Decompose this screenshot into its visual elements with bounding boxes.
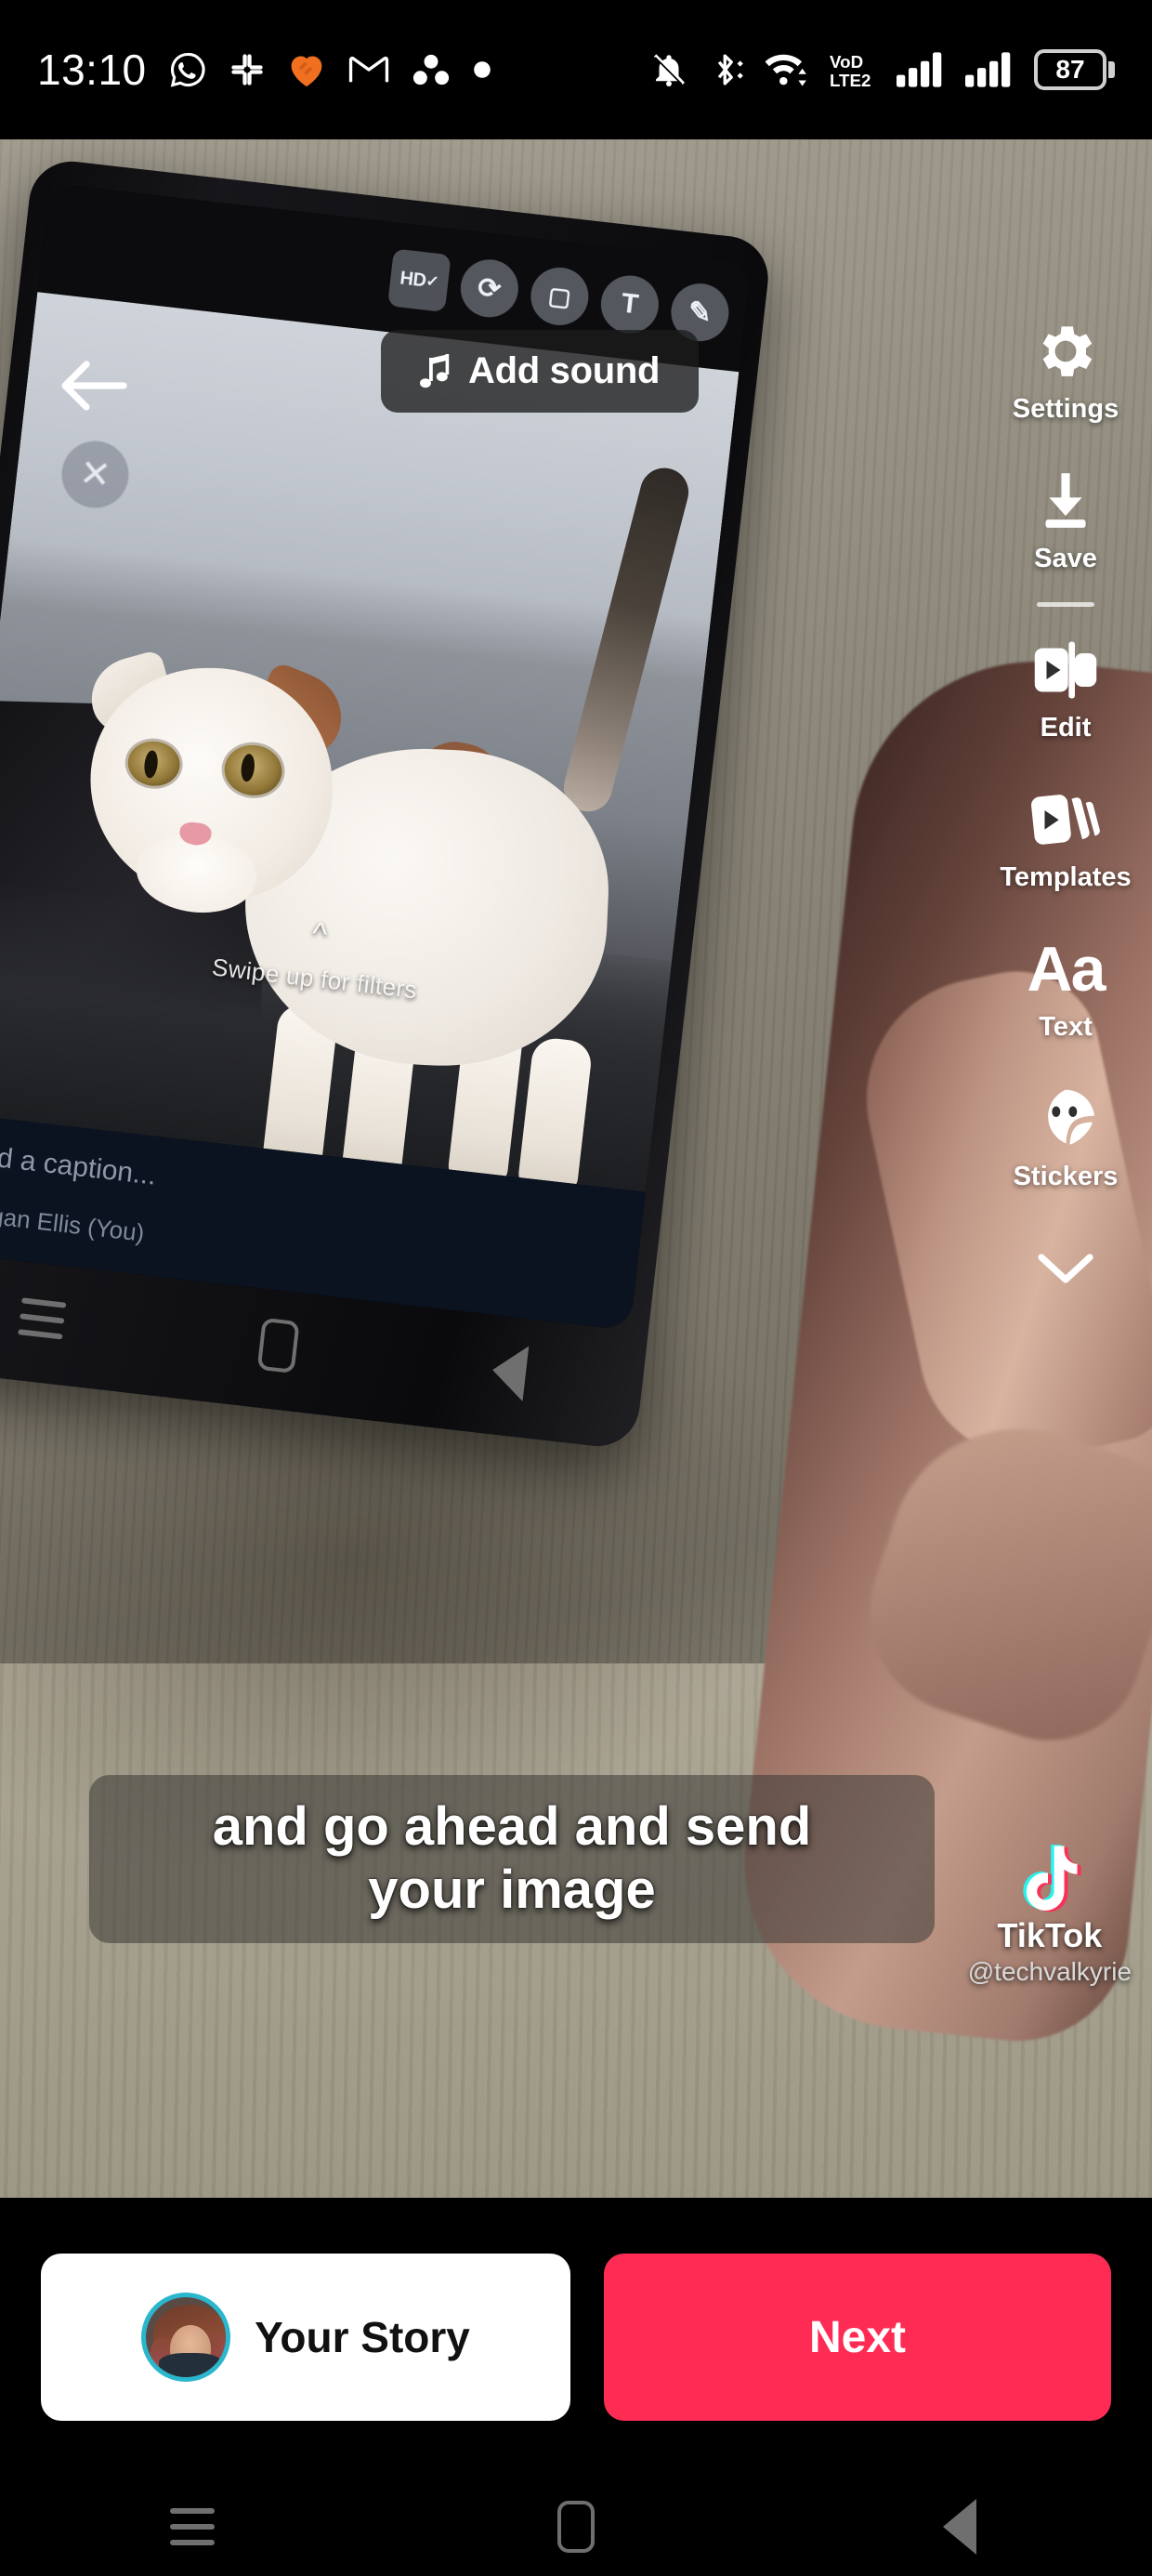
battery-indicator: 87	[1034, 49, 1115, 90]
rail-label-text: Text	[1039, 1012, 1093, 1042]
hd-check-icon: HD ✓	[387, 248, 452, 313]
tiktok-logo-icon	[1023, 1845, 1081, 1912]
text-aa-icon: Aa	[1027, 934, 1106, 1005]
recents-icon	[18, 1297, 67, 1340]
asana-icon	[412, 54, 449, 85]
back-icon	[943, 2498, 977, 2555]
close-x-icon: ✕	[58, 437, 133, 512]
status-bar: 13:10 VoD LTE2 87	[0, 0, 1152, 139]
nav-recents-button[interactable]	[137, 2477, 248, 2576]
your-story-button[interactable]: Your Story	[41, 2254, 570, 2421]
back-button[interactable]	[58, 348, 132, 423]
sticker-icon: ▢	[528, 264, 592, 329]
rail-label-stickers: Stickers	[1013, 1162, 1119, 1191]
rail-label-save: Save	[1034, 544, 1097, 573]
bluetooth-icon	[717, 54, 743, 85]
editor-tool-rail: Settings Save Edit Templates Aa Text Sti…	[979, 316, 1152, 1304]
status-bar-right: VoD LTE2 87	[649, 49, 1115, 90]
inner-photo-preview: ✕ ^ Swipe up for filters	[0, 292, 740, 1192]
rail-item-edit[interactable]: Edit	[1032, 635, 1099, 743]
signal-2-icon	[965, 52, 1011, 87]
back-icon	[489, 1342, 530, 1402]
recents-icon	[169, 2507, 215, 2545]
heart-app-icon	[291, 56, 321, 87]
rail-item-settings[interactable]: Settings	[1013, 316, 1119, 425]
tiktok-handle-label: @techvalkyrie	[967, 1957, 1132, 1986]
next-label: Next	[808, 2312, 907, 2362]
gear-icon	[1042, 326, 1093, 376]
battery-percent-label: 87	[1055, 55, 1085, 84]
android-nav-bar	[0, 2477, 1152, 2576]
chevron-down-icon	[1038, 1254, 1093, 1283]
rail-item-save[interactable]: Save	[1034, 466, 1097, 574]
slack-icon	[230, 54, 263, 85]
rail-expand-button[interactable]	[1036, 1233, 1095, 1304]
svg-text:LTE2: LTE2	[830, 71, 871, 90]
video-preview-canvas[interactable]: HD ✓ ⟳ ▢ T ✎ ✕ ^ Swipe up for filters Ad…	[0, 139, 1152, 2198]
add-sound-label: Add sound	[468, 350, 661, 391]
tiktok-name-label: TikTok	[997, 1916, 1103, 1954]
templates-icon	[1031, 795, 1100, 845]
svg-text:VoD: VoD	[830, 52, 863, 72]
rail-item-templates[interactable]: Templates	[1000, 784, 1132, 893]
text-tool-icon: T	[597, 272, 662, 336]
nav-back-button[interactable]	[904, 2477, 1015, 2576]
rail-label-templates: Templates	[1000, 862, 1132, 892]
rail-label-edit: Edit	[1040, 713, 1092, 743]
whatsapp-icon	[170, 52, 205, 87]
gmail-icon	[348, 56, 388, 83]
next-button[interactable]: Next	[604, 2254, 1111, 2421]
home-icon	[556, 2500, 595, 2553]
caption-line-1: and go ahead and send	[212, 1796, 812, 1857]
cat-tail	[558, 462, 694, 817]
caption-line-2: your image	[368, 1860, 656, 1921]
volte-icon: VoD LTE2	[830, 52, 871, 90]
sticker-face-icon	[1048, 1089, 1094, 1145]
nav-home-button[interactable]	[520, 2477, 632, 2576]
crop-rotate-icon: ⟳	[457, 256, 522, 321]
rail-divider	[1037, 602, 1094, 607]
back-arrow-icon	[61, 361, 127, 411]
status-bar-left: 13:10	[37, 45, 492, 95]
bottom-action-bar: Your Story Next	[0, 2198, 1152, 2477]
wifi-icon	[765, 54, 806, 86]
rail-item-stickers[interactable]: Stickers	[1013, 1084, 1119, 1192]
rail-item-text[interactable]: Aa Text	[1027, 934, 1106, 1043]
cat-photo	[0, 462, 694, 1192]
your-story-label: Your Story	[255, 2313, 470, 2361]
rail-label-settings: Settings	[1012, 394, 1119, 424]
dot-icon	[473, 61, 491, 78]
download-icon	[1045, 473, 1086, 528]
mute-icon	[653, 54, 685, 87]
video-caption-overlay: and go ahead and send your image	[89, 1775, 935, 1943]
add-sound-button[interactable]: Add sound	[381, 330, 700, 413]
tiktok-watermark: TikTok @techvalkyrie	[968, 1840, 1132, 1987]
home-icon	[256, 1317, 300, 1373]
status-bar-clock: 13:10	[37, 46, 147, 94]
edit-clip-icon	[1034, 641, 1097, 699]
signal-1-icon	[897, 52, 942, 87]
avatar	[141, 2293, 231, 2382]
music-note-icon	[420, 353, 450, 388]
